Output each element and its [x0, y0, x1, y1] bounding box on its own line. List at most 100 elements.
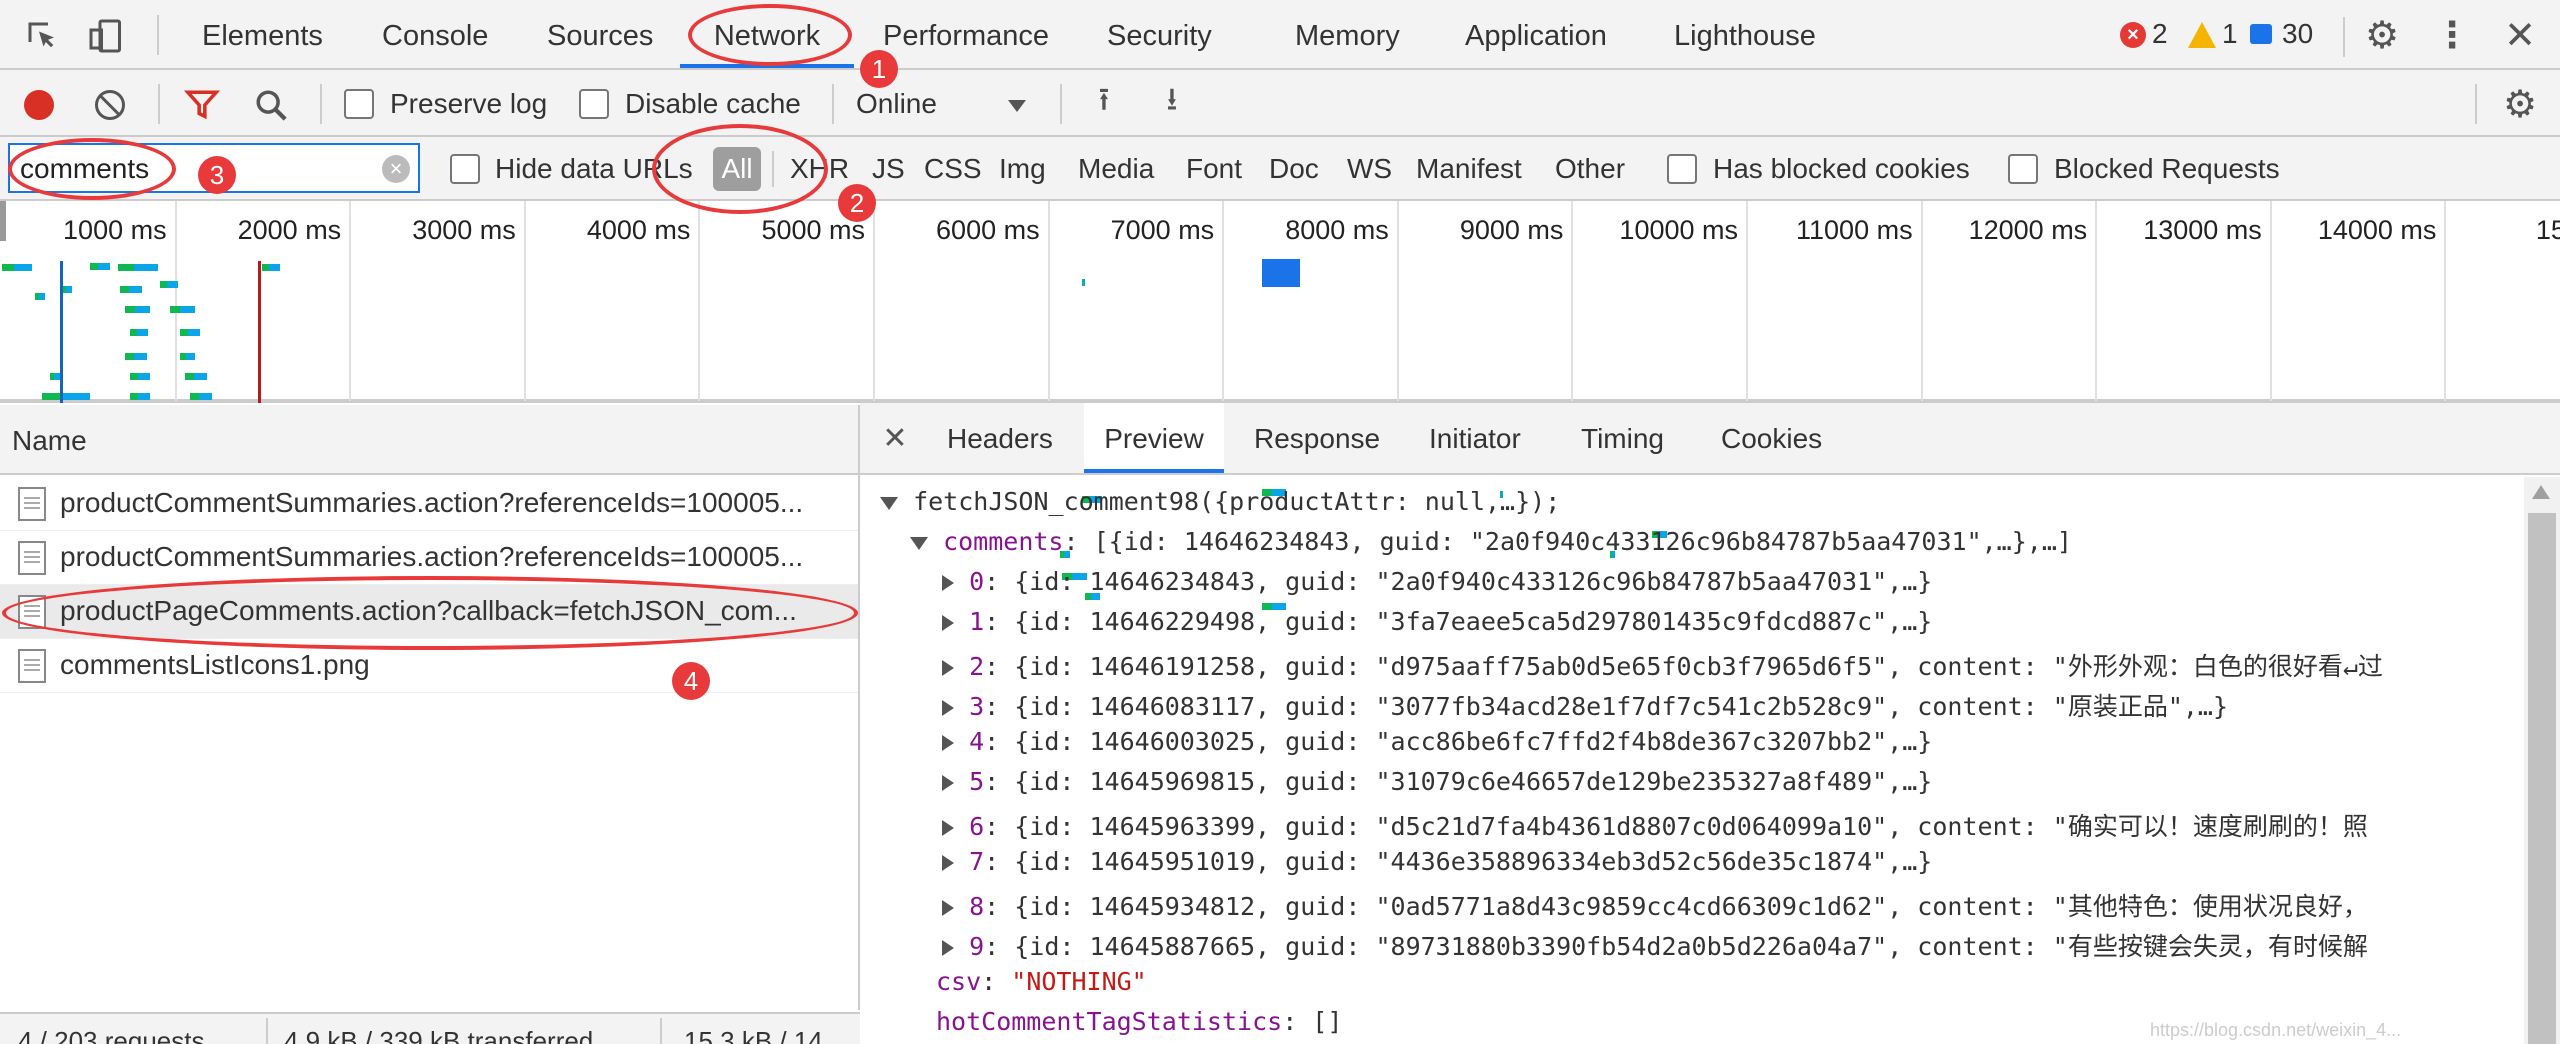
tab-memory[interactable]: Memory — [1295, 0, 1400, 68]
request-row[interactable]: productCommentSummaries.action?reference… — [0, 477, 858, 531]
filter-type-js[interactable]: JS — [872, 153, 905, 185]
device-toolbar-icon[interactable] — [86, 16, 126, 56]
message-count[interactable]: 30 — [2282, 18, 2313, 50]
tab-network[interactable]: Network — [680, 0, 854, 68]
filter-input[interactable]: comments × — [8, 143, 420, 193]
disable-cache-checkbox[interactable] — [579, 89, 609, 119]
filter-type-doc[interactable]: Doc — [1269, 153, 1319, 185]
request-name: commentsListIcons1.png — [60, 649, 370, 680]
tab-console[interactable]: Console — [382, 0, 488, 68]
inspect-element-icon[interactable] — [22, 16, 62, 56]
expand-icon[interactable] — [942, 700, 954, 716]
close-details-icon[interactable]: ✕ — [880, 420, 910, 456]
tab-security[interactable]: Security — [1107, 0, 1212, 68]
comment-item[interactable]: 2: {id: 14646191258, guid: "d975aaff75ab… — [942, 647, 2383, 683]
close-devtools-icon[interactable]: ✕ — [2500, 15, 2540, 57]
tab-sources[interactable]: Sources — [547, 0, 653, 68]
has-blocked-cookies-checkbox[interactable] — [1667, 154, 1697, 184]
filter-input-value[interactable]: comments — [20, 153, 149, 185]
more-options-icon[interactable]: ⋮ — [2432, 14, 2472, 55]
tab-lighthouse[interactable]: Lighthouse — [1674, 0, 1816, 68]
filter-icon[interactable] — [183, 86, 221, 124]
has-blocked-cookies-label[interactable]: Has blocked cookies — [1713, 153, 1970, 185]
expand-icon[interactable] — [942, 820, 954, 836]
record-button[interactable] — [24, 90, 54, 120]
collapse-icon[interactable] — [880, 496, 898, 510]
expand-icon[interactable] — [942, 940, 954, 956]
comment-item[interactable]: 5: {id: 14645969815, guid: "31079c6e4665… — [942, 767, 1932, 796]
preview-root[interactable]: fetchJSON_comment98({productAttr: null,…… — [880, 487, 1560, 516]
name-column-header[interactable]: Name — [0, 405, 858, 475]
timeline-request-bar — [130, 373, 150, 380]
document-file-icon — [18, 487, 46, 521]
expand-icon[interactable] — [942, 735, 954, 751]
throttling-select[interactable]: Online — [856, 88, 937, 120]
expand-icon[interactable] — [942, 615, 954, 631]
error-icon[interactable]: × — [2120, 22, 2146, 48]
blocked-requests-label[interactable]: Blocked Requests — [2054, 153, 2280, 185]
filter-type-css[interactable]: CSS — [924, 153, 982, 185]
export-har-icon[interactable]: ⭳ — [1156, 81, 1188, 124]
search-icon[interactable] — [252, 86, 290, 124]
throttling-dropdown-icon[interactable] — [1008, 100, 1026, 112]
disable-cache-label[interactable]: Disable cache — [625, 88, 801, 120]
clear-button[interactable] — [95, 90, 125, 120]
filter-type-manifest[interactable]: Manifest — [1416, 153, 1522, 185]
filter-type-img[interactable]: Img — [999, 153, 1046, 185]
expand-icon[interactable] — [942, 900, 954, 916]
clear-filter-icon[interactable]: × — [382, 155, 410, 183]
filter-type-all[interactable]: All — [713, 147, 761, 191]
expand-icon[interactable] — [942, 660, 954, 676]
comment-item[interactable]: 8: {id: 14645934812, guid: "0ad5771a8d43… — [942, 887, 2368, 923]
preserve-log-label[interactable]: Preserve log — [390, 88, 547, 120]
tab-cookies[interactable]: Cookies — [1721, 403, 1822, 473]
error-count[interactable]: 2 — [2152, 18, 2168, 50]
comment-item[interactable]: 4: {id: 14646003025, guid: "acc86be6fc7f… — [942, 727, 1932, 756]
tab-initiator[interactable]: Initiator — [1429, 403, 1521, 473]
comment-item[interactable]: 9: {id: 14645887665, guid: "89731880b339… — [942, 927, 2368, 963]
request-row[interactable]: commentsListIcons1.png — [0, 639, 858, 693]
settings-gear-icon[interactable]: ⚙ — [2362, 15, 2402, 57]
comment-item[interactable]: 1: {id: 14646229498, guid: "3fa7eaee5ca5… — [942, 607, 1932, 636]
expand-icon[interactable] — [942, 775, 954, 791]
comment-item[interactable]: 0: {id: 14646234843, guid: "2a0f940c4331… — [942, 567, 1932, 596]
blocked-requests-checkbox[interactable] — [2008, 154, 2038, 184]
import-har-icon[interactable]: ⭱ — [1088, 81, 1120, 124]
warning-count[interactable]: 1 — [2222, 18, 2238, 50]
warning-icon[interactable] — [2188, 22, 2216, 48]
filter-type-ws[interactable]: WS — [1347, 153, 1392, 185]
comment-item[interactable]: 7: {id: 14645951019, guid: "4436e3588963… — [942, 847, 1932, 876]
timeline-tick-label: 10000 ms — [1619, 215, 1738, 245]
tab-headers[interactable]: Headers — [947, 403, 1053, 473]
tab-performance[interactable]: Performance — [883, 0, 1049, 68]
request-row[interactable]: productCommentSummaries.action?reference… — [0, 531, 858, 585]
tab-preview[interactable]: Preview — [1084, 403, 1224, 473]
preview-scrollbar[interactable] — [2524, 477, 2560, 1044]
filter-type-media[interactable]: Media — [1078, 153, 1154, 185]
filter-type-other[interactable]: Other — [1555, 153, 1625, 185]
filter-type-xhr[interactable]: XHR — [790, 153, 849, 185]
preserve-log-checkbox[interactable] — [344, 89, 374, 119]
status-transferred: 4.9 kB / 339 kB transferred — [284, 1026, 594, 1044]
request-row[interactable]: productPageComments.action?callback=fetc… — [0, 585, 858, 639]
collapse-icon[interactable] — [910, 536, 928, 550]
timeline-request-bar — [130, 329, 148, 336]
timeline-overview[interactable]: 1000 ms 2000 ms 3000 ms 4000 ms 5000 ms 6000 … — [0, 201, 2560, 623]
message-icon[interactable] — [2250, 24, 2272, 44]
expand-icon[interactable] — [942, 575, 954, 591]
hide-data-urls-label[interactable]: Hide data URLs — [495, 153, 693, 185]
comment-item[interactable]: 3: {id: 14646083117, guid: "3077fb34acd2… — [942, 687, 2228, 723]
hide-data-urls-checkbox[interactable] — [450, 154, 480, 184]
comment-item[interactable]: 6: {id: 14645963399, guid: "d5c21d7fa4b4… — [942, 807, 2368, 843]
timeline-gridline — [1571, 201, 1574, 401]
filter-type-font[interactable]: Font — [1186, 153, 1242, 185]
timeline-tick-label: 11000 ms — [1796, 215, 1913, 245]
tab-application[interactable]: Application — [1465, 0, 1607, 68]
network-settings-gear-icon[interactable]: ⚙ — [2500, 84, 2540, 126]
tab-elements[interactable]: Elements — [202, 0, 323, 68]
timeline-gridline — [873, 201, 875, 401]
tab-response[interactable]: Response — [1254, 403, 1380, 473]
preview-comments[interactable]: comments: [{id: 14646234843, guid: "2a0f… — [910, 527, 2072, 556]
tab-timing[interactable]: Timing — [1581, 403, 1664, 473]
expand-icon[interactable] — [942, 855, 954, 871]
